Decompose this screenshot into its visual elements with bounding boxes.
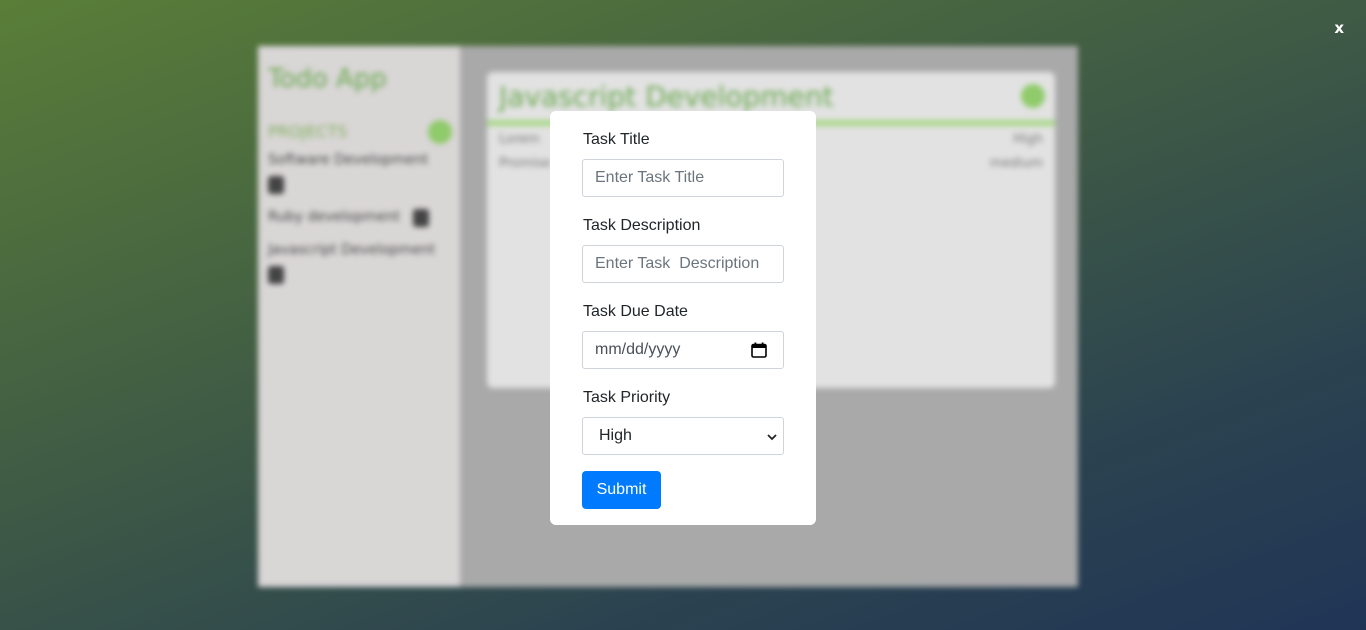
count-badge bbox=[268, 266, 284, 284]
task-due-date-label: Task Due Date bbox=[583, 303, 688, 320]
count-badge bbox=[268, 176, 284, 194]
task-title-input[interactable] bbox=[595, 160, 771, 196]
project-title: Javascript Development bbox=[499, 80, 834, 113]
task-priority-label: Task Priority bbox=[583, 389, 671, 406]
task-name: Promise bbox=[499, 156, 551, 171]
add-project-icon bbox=[428, 120, 452, 144]
app-title: Todo App bbox=[268, 64, 387, 94]
priority-selected-value: High bbox=[599, 427, 632, 444]
task-title-label: Task Title bbox=[583, 131, 650, 148]
task-priority: High bbox=[1013, 132, 1043, 147]
task-title-field[interactable] bbox=[582, 159, 784, 197]
task-priority-select[interactable]: High bbox=[582, 417, 784, 455]
task-name: Lorem bbox=[499, 132, 540, 147]
task-description-label: Task Description bbox=[583, 217, 701, 234]
sidebar-item-javascript-development: Javascript Development bbox=[268, 242, 436, 258]
date-placeholder: mm/dd/yyyy bbox=[595, 341, 681, 358]
sidebar-item-software-development: Software Development bbox=[268, 152, 429, 168]
task-due-date-input[interactable]: mm/dd/yyyy bbox=[582, 331, 784, 369]
close-modal-button[interactable]: x bbox=[1334, 18, 1344, 38]
submit-button[interactable]: Submit bbox=[582, 471, 661, 509]
projects-heading: PROJECTS bbox=[268, 122, 348, 141]
count-badge bbox=[413, 209, 429, 227]
chevron-down-icon bbox=[767, 434, 777, 441]
task-description-input[interactable] bbox=[595, 246, 771, 282]
sidebar: Todo App PROJECTS Software Development R… bbox=[258, 46, 460, 587]
calendar-icon[interactable] bbox=[751, 342, 767, 358]
task-description-field[interactable] bbox=[582, 245, 784, 283]
add-task-icon bbox=[1021, 84, 1045, 108]
task-priority: medium bbox=[989, 156, 1043, 171]
new-task-modal: Task Title Task Description Task Due Dat… bbox=[550, 111, 816, 525]
sidebar-item-ruby-development: Ruby development bbox=[268, 209, 400, 225]
